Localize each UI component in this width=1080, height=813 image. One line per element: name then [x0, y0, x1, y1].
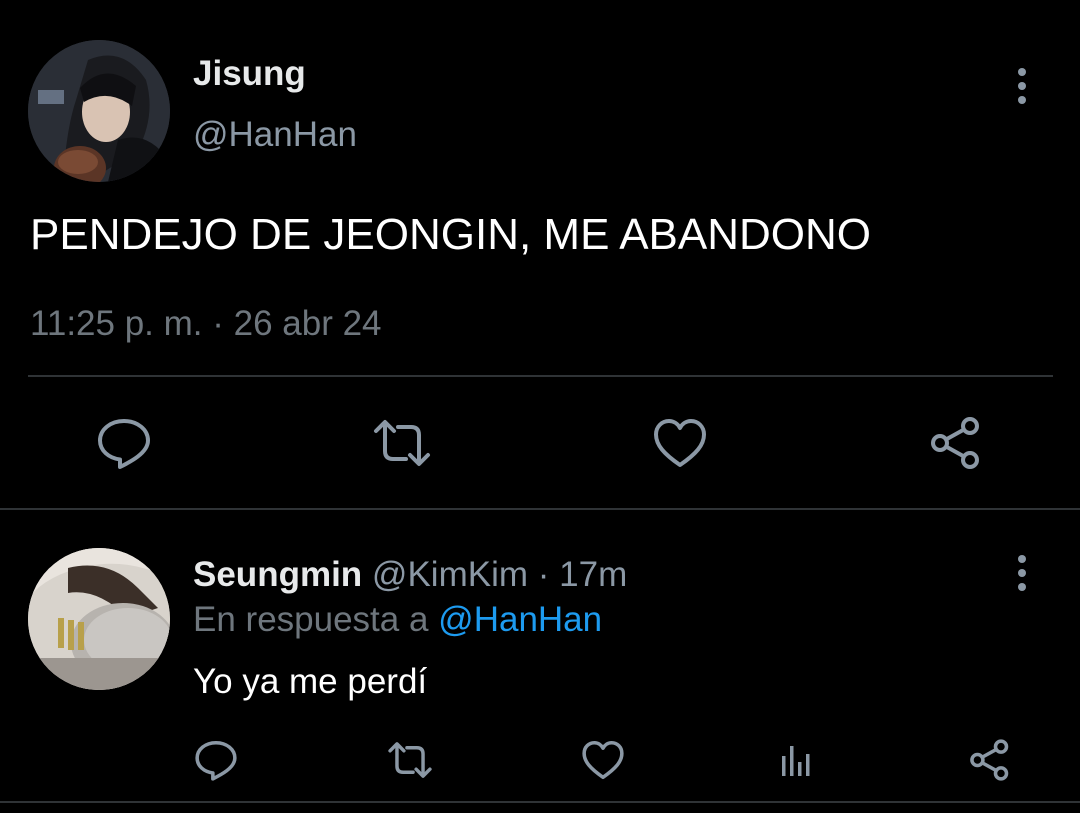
more-vertical-icon[interactable] [1007, 553, 1037, 593]
share-button[interactable] [968, 738, 1012, 782]
more-vertical-icon[interactable] [1007, 66, 1037, 106]
share-icon [931, 417, 979, 469]
retweet-icon [374, 420, 430, 466]
reply-tweet-header: Seungmin @KimKim · 17m [193, 553, 627, 597]
reply-icon [195, 740, 237, 781]
avatar-photo-icon [28, 548, 170, 690]
reply-button[interactable] [96, 415, 152, 471]
main-tweet-display-name[interactable]: Jisung [193, 52, 306, 96]
like-button[interactable] [652, 415, 708, 471]
reply-to-prefix: En respuesta a [193, 600, 429, 639]
reply-to-handle-link[interactable]: @HanHan [438, 600, 602, 639]
menu-dot [1018, 82, 1026, 90]
reply-to-line: En respuesta a @HanHan [193, 598, 602, 642]
reply-tweet-text: Yo ya me perdí [193, 662, 428, 701]
share-button[interactable] [928, 415, 984, 471]
reply-tweet-time[interactable]: 17m [559, 555, 627, 594]
divider [0, 508, 1080, 510]
reply-tweet-display-name[interactable]: Seungmin [193, 555, 362, 594]
menu-dot [1018, 569, 1026, 577]
heart-icon [654, 419, 706, 467]
reply-tweet-avatar[interactable] [28, 548, 170, 690]
divider [0, 801, 1080, 803]
menu-dot [1018, 583, 1026, 591]
heart-icon [582, 740, 624, 780]
retweet-button[interactable] [372, 415, 432, 471]
menu-dot [1018, 96, 1026, 104]
main-tweet-timestamp[interactable]: 11:25 p. m. · 26 abr 24 [30, 302, 382, 346]
reply-button[interactable] [194, 738, 238, 782]
share-icon [970, 739, 1009, 781]
reply-tweet-handle[interactable]: @KimKim [372, 555, 528, 594]
main-tweet-text: PENDEJO DE JEONGIN, ME ABANDONO [30, 210, 872, 259]
retweet-button[interactable] [387, 738, 433, 782]
avatar-photo-icon [28, 40, 170, 182]
separator-dot: · [537, 555, 550, 594]
main-tweet-handle[interactable]: @HanHan [193, 113, 357, 157]
views-button[interactable] [776, 738, 820, 782]
like-button[interactable] [581, 738, 625, 782]
views-chart-icon [782, 746, 810, 776]
menu-dot [1018, 555, 1026, 563]
reply-icon [98, 419, 150, 469]
divider [28, 375, 1053, 377]
menu-dot [1018, 68, 1026, 76]
main-tweet-avatar[interactable] [28, 40, 170, 182]
retweet-icon [388, 742, 432, 778]
